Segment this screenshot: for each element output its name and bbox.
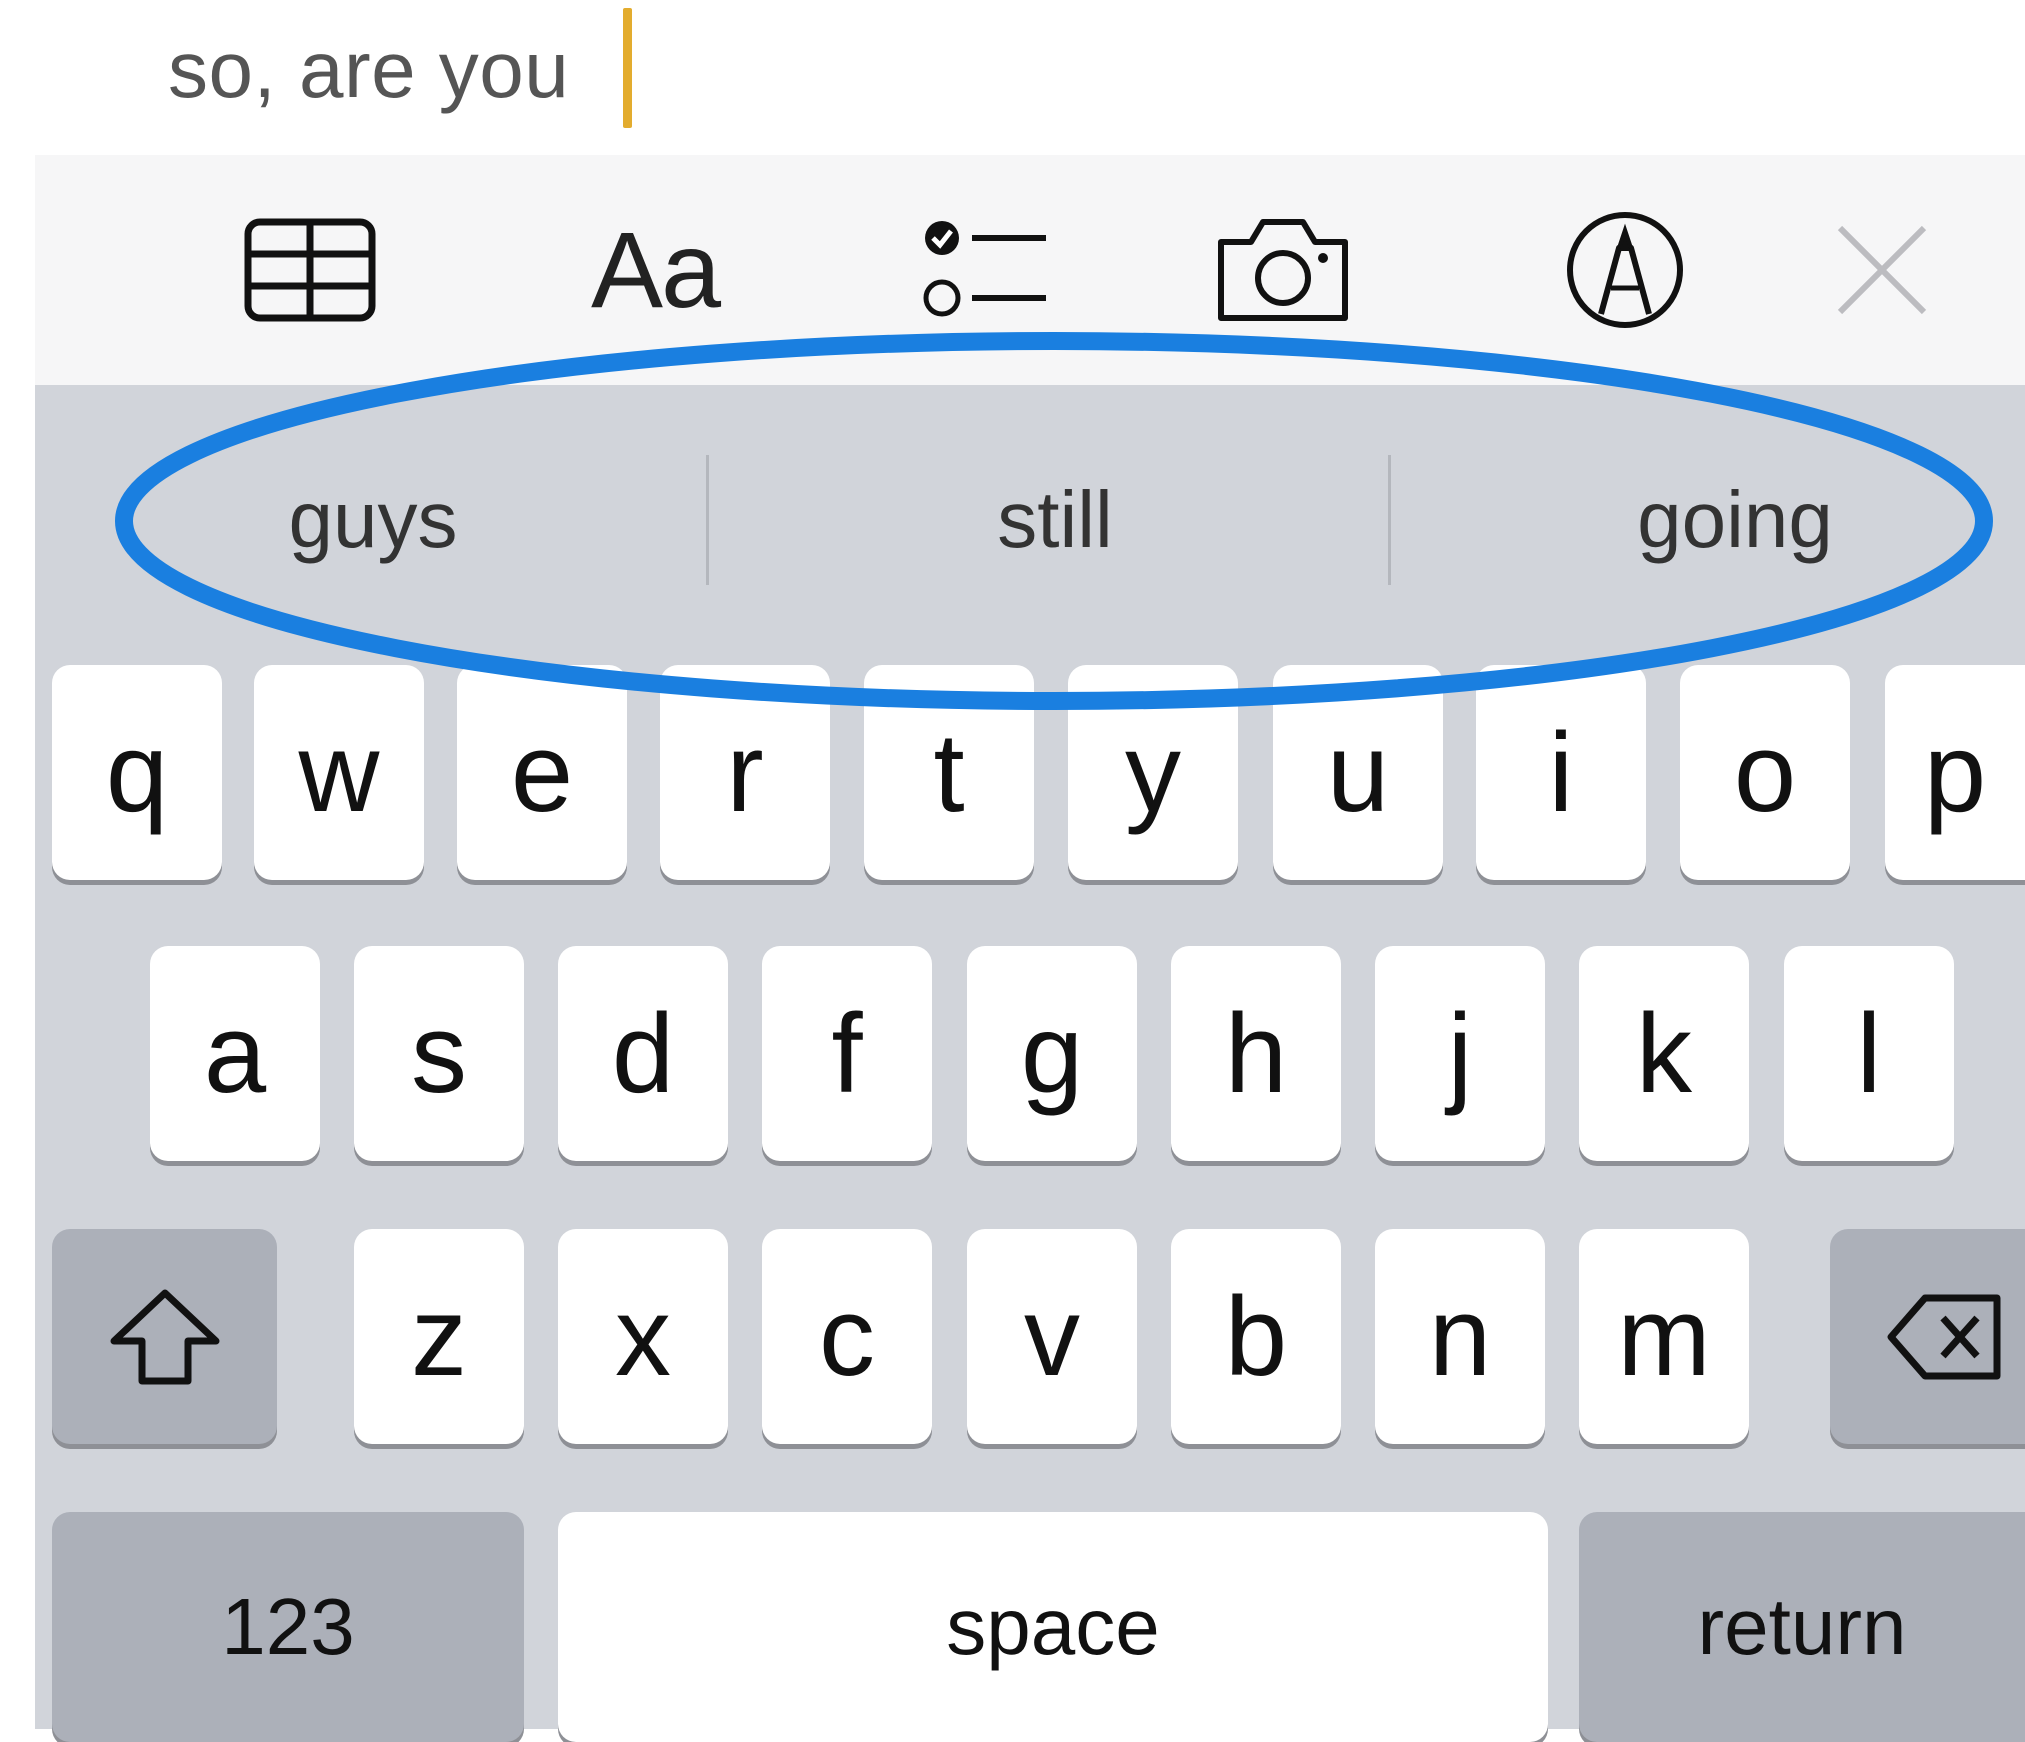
key-x[interactable]: x <box>558 1229 728 1444</box>
key-v[interactable]: v <box>967 1229 1137 1444</box>
checklist-button[interactable] <box>915 210 1055 330</box>
key-p[interactable]: p <box>1885 665 2025 880</box>
key-c[interactable]: c <box>762 1229 932 1444</box>
key-b[interactable]: b <box>1171 1229 1341 1444</box>
key-o[interactable]: o <box>1680 665 1850 880</box>
suggestion-3[interactable]: going <box>1475 470 1995 570</box>
delete-key[interactable] <box>1830 1229 2025 1444</box>
numbers-key[interactable]: 123 <box>52 1512 524 1742</box>
key-s[interactable]: s <box>354 946 524 1161</box>
close-icon <box>1837 225 1927 315</box>
format-label: Aa <box>590 209 721 330</box>
format-button[interactable]: Aa <box>560 210 750 330</box>
key-h[interactable]: h <box>1171 946 1341 1161</box>
key-r[interactable]: r <box>660 665 830 880</box>
return-key[interactable]: return <box>1579 1512 2025 1742</box>
key-l[interactable]: l <box>1784 946 1954 1161</box>
key-j[interactable]: j <box>1375 946 1545 1161</box>
suggestion-divider <box>706 455 709 585</box>
text-cursor <box>623 8 632 128</box>
key-i[interactable]: i <box>1476 665 1646 880</box>
key-e[interactable]: e <box>457 665 627 880</box>
key-f[interactable]: f <box>762 946 932 1161</box>
suggestion-1[interactable]: guys <box>113 470 633 570</box>
key-z[interactable]: z <box>354 1229 524 1444</box>
notes-toolbar: Aa <box>35 155 2025 385</box>
shift-arrow-icon <box>110 1289 219 1384</box>
checklist-icon <box>923 221 1046 317</box>
typed-text: so, are you <box>168 25 570 114</box>
key-d[interactable]: d <box>558 946 728 1161</box>
markup-pen-icon <box>1567 212 1683 328</box>
key-u[interactable]: u <box>1273 665 1443 880</box>
space-key[interactable]: space <box>558 1512 1548 1742</box>
suggestion-2[interactable]: still <box>795 470 1315 570</box>
key-q[interactable]: q <box>52 665 222 880</box>
suggestion-divider <box>1388 455 1391 585</box>
camera-icon <box>1217 219 1348 321</box>
backspace-icon <box>1887 1294 2001 1379</box>
table-button[interactable] <box>240 210 380 330</box>
key-k[interactable]: k <box>1579 946 1749 1161</box>
key-t[interactable]: t <box>864 665 1034 880</box>
markup-button[interactable] <box>1560 210 1690 330</box>
key-y[interactable]: y <box>1068 665 1238 880</box>
key-w[interactable]: w <box>254 665 424 880</box>
table-icon <box>244 218 376 322</box>
camera-button[interactable] <box>1205 210 1360 330</box>
shift-key[interactable] <box>52 1229 277 1444</box>
key-g[interactable]: g <box>967 946 1137 1161</box>
key-a[interactable]: a <box>150 946 320 1161</box>
note-text-area[interactable]: so, are you <box>0 0 2025 155</box>
key-n[interactable]: n <box>1375 1229 1545 1444</box>
key-m[interactable]: m <box>1579 1229 1749 1444</box>
close-button[interactable] <box>1822 210 1942 330</box>
